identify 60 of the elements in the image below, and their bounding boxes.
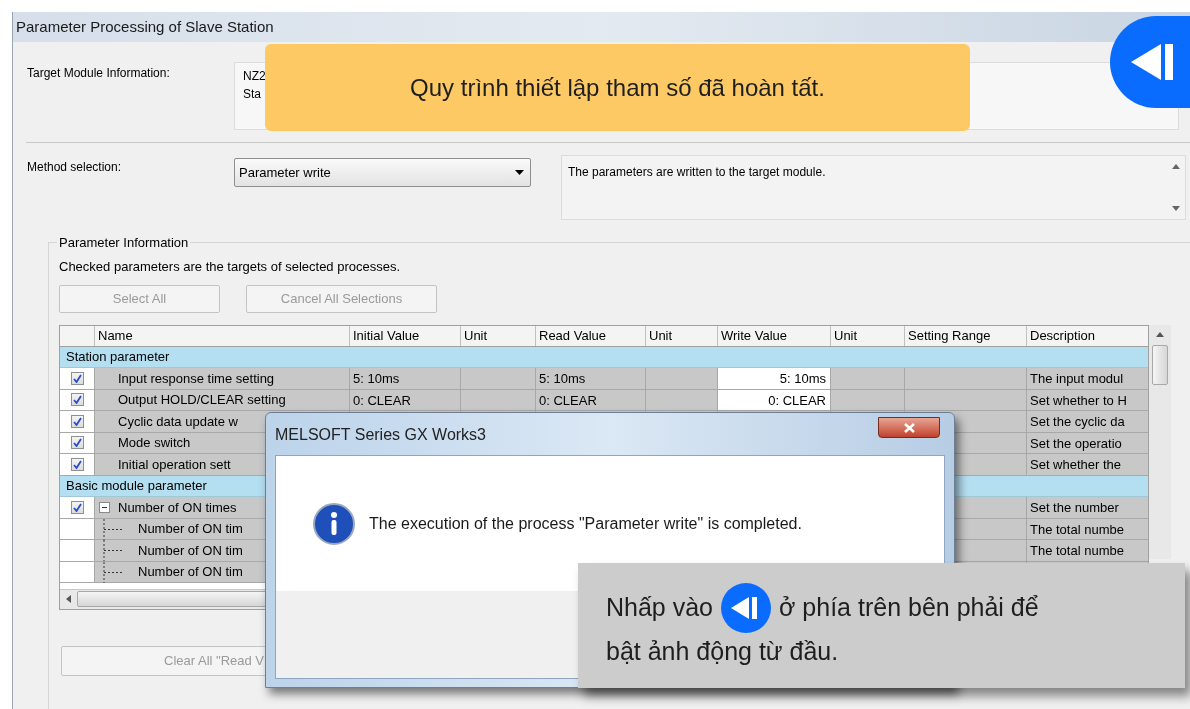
hint-text: ở phía trên bên phải để [779, 592, 1039, 624]
banner-text: Quy trình thiết lập tham số đã hoàn tất. [410, 72, 825, 103]
scroll-up-icon[interactable] [1156, 331, 1164, 337]
caret-icon [515, 170, 524, 175]
description-text: The parameters are written to the target module. [567, 164, 826, 181]
table-cell: 0: CLEAR [350, 389, 461, 410]
table-cell-text: Number of ON tim [137, 541, 243, 560]
info-icon [313, 502, 355, 545]
checkbox[interactable] [70, 393, 84, 407]
column-header[interactable]: Read Value [536, 325, 646, 346]
method-dropdown[interactable]: Parameter write [234, 158, 531, 187]
dialog-title: MELSOFT Series GX Works3 [275, 425, 486, 445]
table-cell-text: Output HOLD/CLEAR setting [117, 391, 286, 409]
group-label: Station parameter [65, 348, 170, 366]
field-label: Method selection: [27, 159, 123, 176]
info-text: Sta [243, 86, 261, 103]
column-header[interactable]: Setting Range [905, 325, 1027, 346]
checkbox[interactable] [70, 500, 84, 514]
checkbox[interactable] [70, 414, 84, 428]
column-header[interactable]: Unit [646, 325, 718, 346]
window-title: Parameter Processing of Slave Station [16, 16, 274, 37]
table-row[interactable]: Input response time setting 5: 10ms 5: 10ms 5: 10ms The input modul [60, 368, 1148, 390]
collapse-icon[interactable] [99, 501, 110, 513]
hint-text: Nhấp vào [606, 592, 714, 624]
replay-icon [721, 583, 772, 633]
column-header[interactable]: Name [95, 325, 350, 346]
table-cell-text: Cyclic data update w [117, 412, 238, 431]
scroll-up-icon[interactable] [1172, 164, 1180, 169]
table-cell-text: Number of ON tim [137, 563, 243, 581]
table-cell-text: Input response time setting [117, 369, 275, 388]
column-header[interactable]: Unit [461, 325, 536, 346]
column-header[interactable]: Initial Value [350, 325, 461, 346]
checkbox[interactable] [70, 371, 84, 385]
table-cell: 5: 10ms [718, 368, 831, 389]
instruction-text: Checked parameters are the targets of selected processes. [59, 258, 402, 276]
checkbox[interactable] [70, 457, 84, 471]
column-header[interactable]: Write Value [718, 325, 831, 346]
info-text: NZ2 [243, 68, 266, 85]
table-cell: 0: CLEAR [718, 389, 831, 410]
column-header[interactable]: Unit [831, 325, 905, 346]
close-button[interactable] [878, 417, 940, 438]
vertical-scrollbar[interactable] [1149, 324, 1171, 559]
checkbox[interactable] [70, 436, 84, 450]
table-cell: 5: 10ms [350, 368, 461, 389]
field-label: Target Module Information: [27, 65, 171, 82]
table-row[interactable]: Output HOLD/CLEAR setting 0: CLEAR 0: CLEAR 0: CLEAR Set whether to H [60, 389, 1148, 411]
dialog-message: The execution of the process "Parameter write" is completed. [369, 513, 802, 534]
scroll-down-icon[interactable] [1172, 206, 1180, 211]
scroll-thumb[interactable] [1152, 344, 1168, 385]
group-label: Basic module parameter [65, 477, 207, 495]
table-cell-text: Number of ON times [117, 498, 237, 517]
table-cell-text: Mode switch [117, 434, 191, 452]
group-row[interactable]: Station parameter [60, 346, 1148, 368]
table-cell: 5: 10ms [536, 368, 646, 389]
scroll-left-icon[interactable] [66, 595, 71, 603]
table-cell-text: Number of ON tim [137, 520, 243, 538]
hint-text: bật ảnh động từ đầu. [606, 636, 840, 667]
close-icon [903, 422, 915, 433]
table-cell: 0: CLEAR [536, 389, 646, 410]
table-cell-text: Initial operation sett [117, 455, 231, 474]
